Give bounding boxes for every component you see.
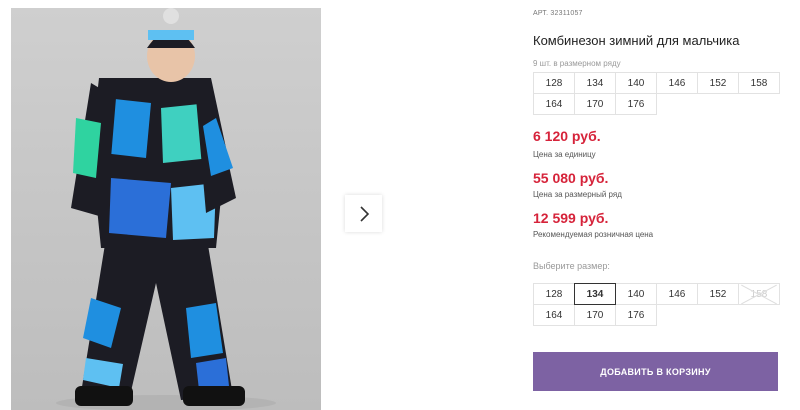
retail-price-label: Рекомендуемая розничная цена: [533, 230, 654, 239]
size-row-cell: 134: [574, 72, 616, 94]
size-row-grid: 128 134 140 146 152 158 164 170 176: [533, 72, 780, 115]
size-row-note: 9 шт. в размерном ряду: [533, 59, 621, 68]
size-row-cell: 170: [574, 93, 616, 115]
size-option[interactable]: 146: [656, 283, 698, 305]
row-price-label: Цена за размерный ряд: [533, 190, 622, 199]
size-selector: 128 134 140 146 152 158 164 170 176: [533, 283, 780, 326]
product-photo: [11, 8, 321, 410]
row-price: 55 080 руб.: [533, 170, 609, 186]
size-row-cell: 152: [697, 72, 739, 94]
size-option[interactable]: 164: [533, 304, 575, 326]
size-row-cell: 164: [533, 93, 575, 115]
chevron-right-icon: [359, 205, 369, 222]
size-option[interactable]: 140: [615, 283, 657, 305]
size-option-selected[interactable]: 134: [574, 283, 616, 305]
size-row-cell: 146: [656, 72, 698, 94]
size-option[interactable]: 170: [574, 304, 616, 326]
article-number: АРТ. 32311057: [533, 10, 583, 17]
size-option[interactable]: 152: [697, 283, 739, 305]
next-image-button[interactable]: [345, 195, 382, 232]
size-row-cell: 176: [615, 93, 657, 115]
unit-price-label: Цена за единицу: [533, 150, 596, 159]
unit-price: 6 120 руб.: [533, 128, 601, 144]
size-option-unavailable: 158: [738, 283, 780, 305]
size-option[interactable]: 128: [533, 283, 575, 305]
size-row-cell: 158: [738, 72, 780, 94]
choose-size-label: Выберите размер:: [533, 261, 610, 271]
size-option[interactable]: 176: [615, 304, 657, 326]
product-gallery: [0, 0, 520, 410]
retail-price: 12 599 руб.: [533, 210, 609, 226]
add-to-cart-button[interactable]: ДОБАВИТЬ В КОРЗИНУ: [533, 352, 778, 391]
product-title: Комбинезон зимний для мальчика: [533, 33, 740, 48]
size-row-cell: 140: [615, 72, 657, 94]
size-row-cell: 128: [533, 72, 575, 94]
